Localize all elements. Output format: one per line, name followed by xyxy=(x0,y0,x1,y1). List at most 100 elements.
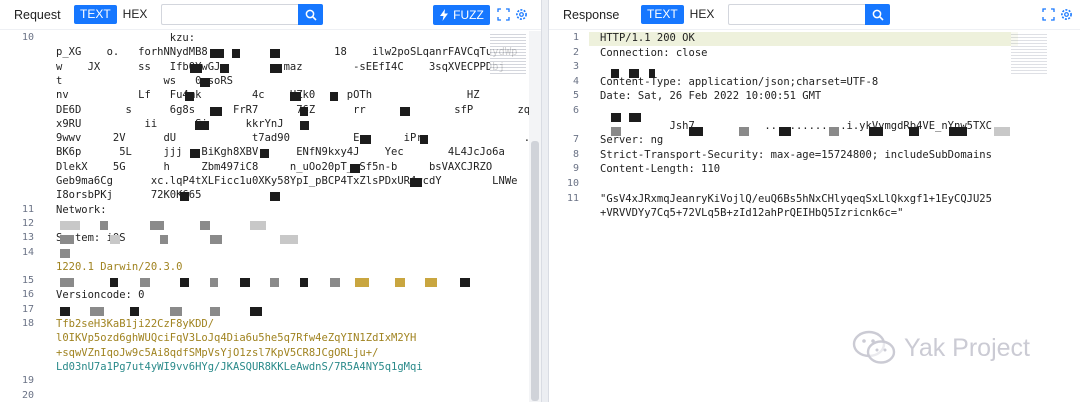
code-line: Network: xyxy=(56,203,107,216)
settings-icon[interactable] xyxy=(515,8,528,21)
request-minimap[interactable] xyxy=(490,32,526,74)
code-line: x9RU ii Si kkrYnJ bmggn xyxy=(56,117,541,130)
line-number: 6 xyxy=(572,105,579,116)
fuzz-label: FUZZ xyxy=(453,8,484,22)
redaction-block xyxy=(779,127,791,136)
expand-icon[interactable] xyxy=(1042,8,1055,21)
code-line: 1220.1 Darwin/20.3.0 xyxy=(56,260,183,273)
redaction-block xyxy=(130,307,139,316)
line-number: 18 xyxy=(21,318,34,329)
redaction-block xyxy=(60,249,70,258)
redaction-block xyxy=(210,49,224,58)
code-line: DlekX 5G h Zbm497iC8 n_uOo20pT_sSf5n-b b… xyxy=(56,160,541,173)
settings-icon[interactable] xyxy=(1060,8,1073,21)
redaction-block xyxy=(300,107,308,116)
search-icon xyxy=(305,9,317,21)
request-pane: Request TEXT HEX FUZZ 10 kzu: p_XG o. for… xyxy=(0,0,541,402)
redaction-block xyxy=(190,149,200,158)
redaction-block xyxy=(60,221,80,230)
redaction-block xyxy=(689,127,703,136)
response-search-button[interactable] xyxy=(865,4,891,25)
redaction-block xyxy=(400,107,410,116)
request-mode-switch: TEXT HEX xyxy=(74,5,153,24)
response-toolbar: Response TEXT HEX xyxy=(549,0,1080,30)
response-mode-text[interactable]: TEXT xyxy=(641,5,684,24)
line-number: 9 xyxy=(572,163,579,175)
pane-splitter[interactable] xyxy=(541,0,549,402)
redaction-block xyxy=(270,64,282,73)
response-minimap[interactable] xyxy=(1011,32,1047,74)
line-number: 13 xyxy=(21,232,34,244)
line-number: 20 xyxy=(21,389,34,401)
redaction-block xyxy=(270,49,280,58)
request-mode-text[interactable]: TEXT xyxy=(74,5,117,24)
code-line: HTTP/1.1 200 OK xyxy=(600,32,695,44)
redaction-block xyxy=(739,127,749,136)
line-number: 19 xyxy=(21,375,34,387)
code-line: +sqwVZnIqoJw9c5Ai8qdfSMpVsYjO1zsl7KpV5CR… xyxy=(56,346,379,359)
redaction-block xyxy=(350,164,360,173)
code-line: Jsh7 .............i.ykVymgdRb4VE_nYnw5TX… xyxy=(600,119,992,132)
redaction-block xyxy=(270,278,279,287)
redaction-block xyxy=(190,64,202,73)
redaction-block xyxy=(869,127,883,136)
line-number: 8 xyxy=(572,148,579,160)
redaction-block xyxy=(110,235,120,244)
request-mode-hex[interactable]: HEX xyxy=(117,5,154,24)
request-scrollbar[interactable] xyxy=(529,31,541,402)
redaction-block xyxy=(90,307,104,316)
redaction-block xyxy=(60,278,74,287)
request-editor[interactable]: 10 kzu: p_XG o. forhNNydMB8 18 ilw2poSLqa… xyxy=(0,31,541,402)
redaction-block xyxy=(160,235,168,244)
request-toolbar: Request TEXT HEX FUZZ xyxy=(0,0,541,30)
lightning-icon xyxy=(440,9,449,21)
redaction-block xyxy=(611,127,621,136)
request-search-button[interactable] xyxy=(298,4,324,25)
response-search-input[interactable] xyxy=(728,4,866,25)
request-title: Request xyxy=(14,7,61,22)
line-number: 10 xyxy=(21,32,34,43)
redaction-block xyxy=(185,92,194,101)
code-line: nv Lf Fu4mk 4c HZk0 pOTh HZ xyxy=(56,89,480,102)
redaction-block xyxy=(60,235,74,244)
redaction-block xyxy=(260,149,269,158)
redaction-block xyxy=(210,307,220,316)
redaction-block xyxy=(200,78,210,87)
redaction-block xyxy=(195,121,209,130)
line-number: 16 xyxy=(21,289,34,301)
response-search xyxy=(728,4,891,25)
redaction-block xyxy=(629,69,639,78)
code-line: Strict-Transport-Security: max-age=15724… xyxy=(600,148,992,161)
redaction-block xyxy=(460,278,470,287)
code-line: +VRVVDYy7Cq5+72VLq5B+zId12ahPrQEIHbQ5Izr… xyxy=(600,207,904,220)
line-number: 4 xyxy=(572,75,579,87)
redaction-block xyxy=(909,127,919,136)
redaction-block xyxy=(330,278,340,287)
redaction-block xyxy=(410,178,422,187)
redaction-block xyxy=(200,221,210,230)
redaction-block xyxy=(300,278,308,287)
redaction-block xyxy=(210,278,218,287)
request-scroll-thumb[interactable] xyxy=(531,141,539,401)
request-search-input[interactable] xyxy=(161,4,299,25)
redaction-block xyxy=(994,127,1010,136)
redaction-block xyxy=(290,92,301,101)
code-line: Date: Sat, 26 Feb 2022 10:00:51 GMT xyxy=(600,90,822,103)
response-mode-hex[interactable]: HEX xyxy=(684,5,721,24)
watermark-text: Yak Project xyxy=(904,333,1030,362)
redaction-block xyxy=(395,278,405,287)
line-number: 2 xyxy=(572,46,579,58)
redaction-block xyxy=(355,278,369,287)
code-line: p_XG o. forhNNydMB8 18 ilw2poSLqanrFAVCq… xyxy=(56,46,518,59)
code-line: l0IKVp5ozd6ghWUQciFqV3LoJq4Dia6u5he5q7Rf… xyxy=(56,332,417,345)
code-line: Server: ng xyxy=(600,134,664,147)
redaction-block xyxy=(170,307,182,316)
search-icon xyxy=(872,9,884,21)
redaction-block xyxy=(240,278,250,287)
redaction-block xyxy=(829,127,839,136)
response-mode-switch: TEXT HEX xyxy=(641,5,720,24)
expand-icon[interactable] xyxy=(497,8,510,21)
fuzz-button[interactable]: FUZZ xyxy=(433,5,490,25)
line-number: 17 xyxy=(21,303,34,315)
line-number: 14 xyxy=(21,246,34,258)
